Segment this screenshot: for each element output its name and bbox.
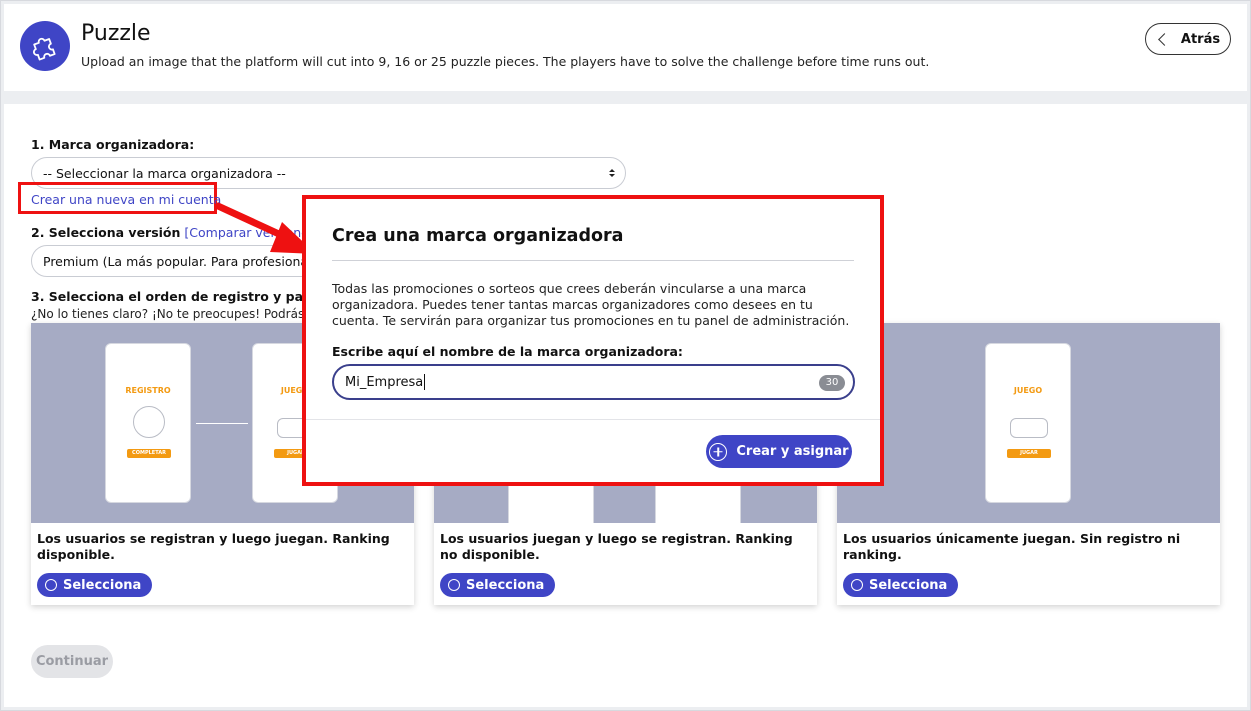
user-avatar-icon — [133, 406, 165, 438]
select-button[interactable]: Selecciona — [440, 573, 556, 597]
continue-button[interactable]: Continuar — [31, 645, 113, 678]
brand-name-input[interactable]: Mi_Empresa 30 — [332, 364, 855, 400]
page-subtitle: Upload an image that the platform will c… — [81, 54, 930, 69]
page-header: Puzzle Upload an image that the platform… — [4, 4, 1247, 91]
select-arrows-icon — [609, 169, 615, 177]
gamepad-icon — [1010, 418, 1048, 438]
brand-label: 1. Marca organizadora: — [31, 137, 195, 152]
back-button-label: Atrás — [1180, 31, 1221, 47]
phone-mockup: JUEGO JUGAR — [985, 343, 1071, 503]
plus-circle-icon — [709, 442, 728, 461]
puzzle-piece-icon — [20, 21, 70, 71]
modal-title: Crea una marca organizadora — [332, 226, 624, 246]
divider — [306, 419, 880, 420]
flow-arrow — [196, 423, 248, 424]
card-description: Los usuarios juegan y luego se registran… — [440, 531, 793, 562]
back-button[interactable]: Atrás — [1145, 23, 1231, 55]
create-and-assign-button[interactable]: Crear y asignar — [706, 435, 852, 468]
select-button[interactable]: Selecciona — [37, 573, 153, 597]
version-label: 2. Selecciona versión — [31, 225, 181, 240]
phone-button: JUGAR — [1007, 449, 1051, 458]
text-caret — [424, 374, 426, 390]
char-count-badge: 30 — [819, 375, 845, 391]
select-button-label: Selecciona — [869, 577, 948, 593]
modal-description: Todas las promociones o sorteos que cree… — [332, 281, 850, 328]
brand-select-value: -- Seleccionar la marca organizadora -- — [43, 165, 286, 181]
create-brand-modal: Crea una marca organizadora Todas las pr… — [302, 195, 884, 486]
select-button-label: Selecciona — [466, 577, 545, 593]
create-and-assign-label: Crear y asignar — [736, 444, 849, 459]
radio-icon — [448, 579, 460, 591]
order-label: 3. Selecciona el orden de registro y par… — [31, 289, 349, 304]
select-button[interactable]: Selecciona — [843, 573, 959, 597]
create-brand-link[interactable]: Crear una nueva en mi cuenta — [31, 192, 221, 207]
order-note: ¿No lo tienes claro? ¡No te preocupes! P… — [31, 307, 305, 321]
divider — [332, 260, 854, 261]
radio-icon — [851, 579, 863, 591]
brand-name-value: Mi_Empresa — [345, 374, 424, 390]
phone-title: REGISTRO — [125, 386, 171, 395]
radio-icon — [45, 579, 57, 591]
card-illustration: JUEGO JUGAR — [837, 323, 1220, 523]
phone-button: COMPLETAR — [127, 449, 171, 458]
brand-name-label: Escribe aquí el nombre de la marca organ… — [332, 344, 683, 359]
phone-mockup: REGISTRO COMPLETAR — [105, 343, 191, 503]
card-description: Los usuarios se registran y luego juegan… — [37, 531, 390, 562]
chevron-left-icon — [1158, 32, 1171, 46]
option-card-play-only[interactable]: JUEGO JUGAR Los usuarios únicamente jueg… — [837, 323, 1220, 605]
page-title: Puzzle — [81, 21, 151, 46]
card-description: Los usuarios únicamente juegan. Sin regi… — [843, 531, 1181, 562]
select-button-label: Selecciona — [63, 577, 142, 593]
phone-title: JUEGO — [1013, 386, 1043, 395]
